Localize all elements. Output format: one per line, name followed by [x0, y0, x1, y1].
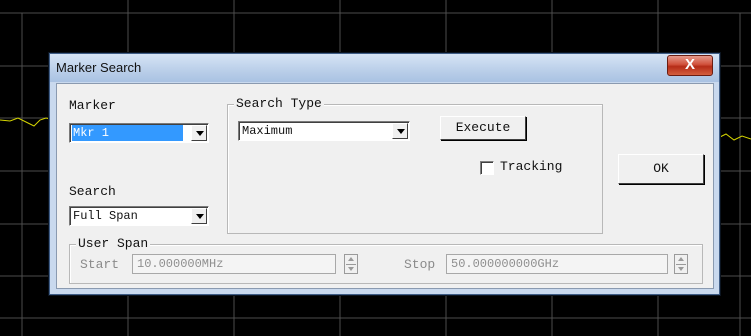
search-select[interactable]: Full Span — [69, 206, 209, 226]
marker-value: Mkr 1 — [72, 125, 183, 141]
stop-value: 50.000000000GHz — [451, 257, 560, 271]
start-field[interactable]: 10.000000MHz — [132, 254, 336, 274]
search-type-select[interactable]: Maximum — [238, 121, 410, 141]
search-value: Full Span — [73, 209, 138, 223]
search-type-group-label: Search Type — [234, 96, 324, 111]
trace-left — [0, 117, 51, 127]
chevron-down-icon[interactable] — [392, 123, 408, 139]
search-label: Search — [69, 184, 116, 199]
search-type-value: Maximum — [242, 124, 293, 138]
start-value: 10.000000MHz — [137, 257, 224, 271]
chevron-down-icon[interactable] — [191, 125, 207, 141]
marker-select[interactable]: Mkr 1 — [69, 123, 209, 143]
start-spinner[interactable] — [344, 254, 358, 274]
close-icon: X — [684, 56, 695, 73]
stop-spinner[interactable] — [674, 254, 688, 274]
tracking-label: Tracking — [500, 159, 563, 174]
chevron-down-icon[interactable] — [191, 208, 207, 224]
stop-label: Stop — [404, 257, 436, 272]
marker-search-dialog: Marker Search X Marker Mkr 1 Search Full… — [49, 53, 720, 295]
window-title: Marker Search — [56, 60, 142, 75]
dialog-body: Marker Mkr 1 Search Full Span Search Typ… — [56, 83, 714, 289]
start-label: Start — [80, 257, 120, 272]
trace-right — [717, 133, 751, 141]
ok-button[interactable]: OK — [618, 154, 704, 184]
user-span-group: User Span Start 10.000000MHz Stop 50.000… — [69, 236, 703, 284]
close-button[interactable]: X — [667, 55, 713, 76]
user-span-group-label: User Span — [76, 236, 151, 251]
search-type-group: Search Type Maximum Execute Tracking — [227, 96, 603, 234]
stop-field[interactable]: 50.000000000GHz — [446, 254, 668, 274]
marker-label: Marker — [69, 98, 116, 113]
title-bar[interactable]: Marker Search X — [50, 54, 719, 82]
tracking-checkbox[interactable] — [480, 161, 494, 175]
execute-button[interactable]: Execute — [440, 116, 526, 140]
